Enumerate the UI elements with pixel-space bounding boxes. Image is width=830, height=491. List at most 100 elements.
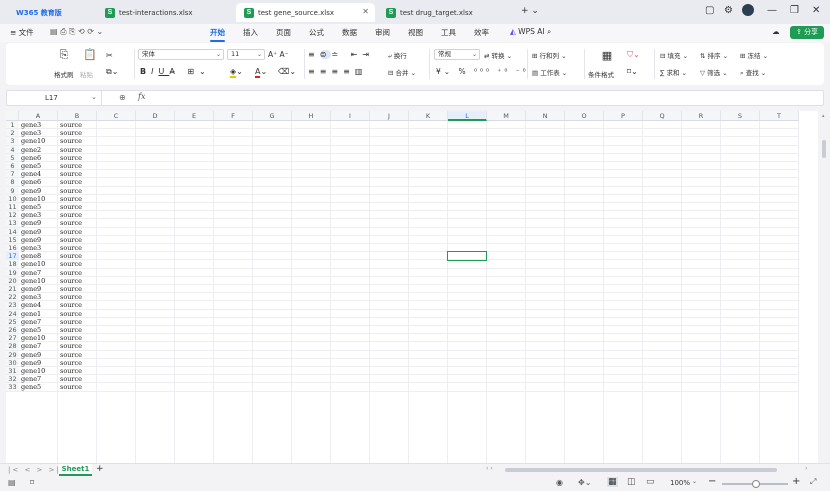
- cell-b26[interactable]: source: [59, 326, 98, 334]
- menu-insert[interactable]: 插入: [243, 27, 258, 38]
- paste-label[interactable]: 粘贴: [80, 69, 93, 79]
- add-sheet-button[interactable]: +: [96, 464, 104, 474]
- zoom-slider[interactable]: [722, 480, 788, 488]
- find-button[interactable]: ⌕ 查找 ⌄: [740, 67, 766, 78]
- column-header-m[interactable]: M: [487, 111, 526, 121]
- cell-b3[interactable]: source: [59, 137, 98, 145]
- fx-icon[interactable]: fx: [138, 92, 145, 101]
- close-window-icon[interactable]: ✕: [812, 5, 820, 16]
- page-layout-view-icon[interactable]: ◫: [627, 477, 636, 487]
- cell-a10[interactable]: gene10: [20, 195, 59, 203]
- row-header-30[interactable]: 30: [6, 358, 19, 367]
- cell-b21[interactable]: source: [59, 285, 98, 293]
- cell-b11[interactable]: source: [59, 203, 98, 211]
- cell-border-icon[interactable]: ⌑⌄: [627, 67, 638, 76]
- menu-tools[interactable]: 工具: [441, 27, 456, 38]
- file-menu[interactable]: ≡ 文件: [10, 27, 34, 38]
- number-format-select[interactable]: 常规 ⌄: [434, 49, 480, 60]
- font-size-adjust-icons[interactable]: A⁺ A⁻: [268, 50, 289, 59]
- column-header-f[interactable]: F: [214, 111, 253, 121]
- cell-a2[interactable]: gene3: [20, 129, 59, 137]
- page-break-view-icon[interactable]: ▭: [646, 477, 655, 487]
- cell-b25[interactable]: source: [59, 318, 98, 326]
- column-header-h[interactable]: H: [292, 111, 331, 121]
- row-header-6[interactable]: 6: [6, 162, 19, 171]
- wps-home-tab[interactable]: W365 教育版: [8, 3, 96, 22]
- column-header-l[interactable]: L: [448, 111, 487, 121]
- number-format-icons[interactable]: ¥⌄ % ⁰⁰⁰ ⁺⁰ ⁻⁰: [436, 67, 529, 76]
- cell-a21[interactable]: gene9: [20, 285, 59, 293]
- column-header-t[interactable]: T: [760, 111, 799, 121]
- row-header-32[interactable]: 32: [6, 375, 19, 384]
- cell-a17[interactable]: gene8: [20, 252, 59, 260]
- new-tab-button[interactable]: + ⌄: [521, 6, 539, 16]
- row-header-7[interactable]: 7: [6, 170, 19, 179]
- menu-review[interactable]: 审阅: [375, 27, 390, 38]
- row-header-13[interactable]: 13: [6, 219, 19, 228]
- cell-a16[interactable]: gene3: [20, 244, 59, 252]
- font-name-select[interactable]: 宋体 ⌄: [138, 49, 224, 60]
- macro-icon[interactable]: ▤: [8, 478, 16, 487]
- cell-b16[interactable]: source: [59, 244, 98, 252]
- name-box[interactable]: L17 ⌄: [7, 91, 102, 105]
- fullscreen-icon[interactable]: ⤢: [810, 477, 816, 487]
- cell-b15[interactable]: source: [59, 236, 98, 244]
- tab-test-interactions[interactable]: S test-interactions.xlsx: [97, 3, 232, 22]
- cell-a6[interactable]: gene5: [20, 162, 59, 170]
- cell-b2[interactable]: source: [59, 129, 98, 137]
- cell-a31[interactable]: gene10: [20, 367, 59, 375]
- cell-a24[interactable]: gene1: [20, 310, 59, 318]
- vertical-scrollbar[interactable]: ▴: [819, 111, 830, 463]
- freeze-button[interactable]: ⊞ 冻结 ⌄: [740, 50, 768, 60]
- cell-b10[interactable]: source: [59, 195, 98, 203]
- window-layout-icon[interactable]: ▢: [705, 5, 714, 16]
- cell-b12[interactable]: source: [59, 211, 98, 219]
- conditional-format-icon[interactable]: ▦: [594, 49, 620, 62]
- row-header-31[interactable]: 31: [6, 367, 19, 376]
- cell-b31[interactable]: source: [59, 367, 98, 375]
- share-button[interactable]: ⇪ 分享: [790, 26, 824, 39]
- cell-b6[interactable]: source: [59, 162, 98, 170]
- zoom-level[interactable]: 100%: [670, 479, 690, 487]
- cell-b24[interactable]: source: [59, 310, 98, 318]
- cell-a9[interactable]: gene9: [20, 187, 59, 195]
- row-header-11[interactable]: 11: [6, 203, 19, 212]
- select-all-corner[interactable]: [6, 111, 19, 121]
- row-col-button[interactable]: ⊞ 行和列 ⌄: [532, 50, 567, 60]
- quick-access-icons[interactable]: ▤ ⎙ ⎘ ⟲ ⟳ ⌄: [50, 27, 103, 37]
- cell-a19[interactable]: gene7: [20, 269, 59, 277]
- row-header-10[interactable]: 10: [6, 194, 19, 203]
- cell-b9[interactable]: source: [59, 187, 98, 195]
- cell-b27[interactable]: source: [59, 334, 98, 342]
- column-header-o[interactable]: O: [565, 111, 604, 121]
- column-header-k[interactable]: K: [409, 111, 448, 121]
- cell-b17[interactable]: source: [59, 252, 98, 260]
- column-header-r[interactable]: R: [682, 111, 721, 121]
- column-header-i[interactable]: I: [331, 111, 370, 121]
- row-header-25[interactable]: 25: [6, 317, 19, 326]
- cell-a32[interactable]: gene7: [20, 375, 59, 383]
- cell-b29[interactable]: source: [59, 351, 98, 359]
- column-header-n[interactable]: N: [526, 111, 565, 121]
- filter-button[interactable]: ▽ 筛选 ⌄: [700, 67, 728, 77]
- cell-style-icon[interactable]: ⛉⌄: [627, 50, 640, 60]
- sheet-nav-buttons[interactable]: |< < > >|: [8, 466, 61, 474]
- hscroll-left-icon[interactable]: ‹ ›: [486, 465, 493, 472]
- cell-b33[interactable]: source: [59, 383, 98, 391]
- row-header-26[interactable]: 26: [6, 326, 19, 335]
- horizontal-align-icons[interactable]: ≡≡≡≡▥: [308, 67, 367, 76]
- format-painter-icon[interactable]: ⎘: [51, 48, 77, 62]
- cell-b19[interactable]: source: [59, 269, 98, 277]
- cell-b23[interactable]: source: [59, 301, 98, 309]
- cell-a15[interactable]: gene9: [20, 236, 59, 244]
- copy-icon[interactable]: ⧉⌄: [106, 67, 118, 77]
- cell-a28[interactable]: gene7: [20, 342, 59, 350]
- cell-b5[interactable]: source: [59, 154, 98, 162]
- format-painter-label[interactable]: 格式刷: [54, 69, 74, 79]
- column-header-q[interactable]: Q: [643, 111, 682, 121]
- column-header-g[interactable]: G: [253, 111, 292, 121]
- row-header-8[interactable]: 8: [6, 178, 19, 187]
- close-icon[interactable]: ✕: [362, 7, 369, 16]
- row-header-3[interactable]: 3: [6, 137, 19, 146]
- sheet-tab-sheet1[interactable]: Sheet1: [59, 464, 92, 476]
